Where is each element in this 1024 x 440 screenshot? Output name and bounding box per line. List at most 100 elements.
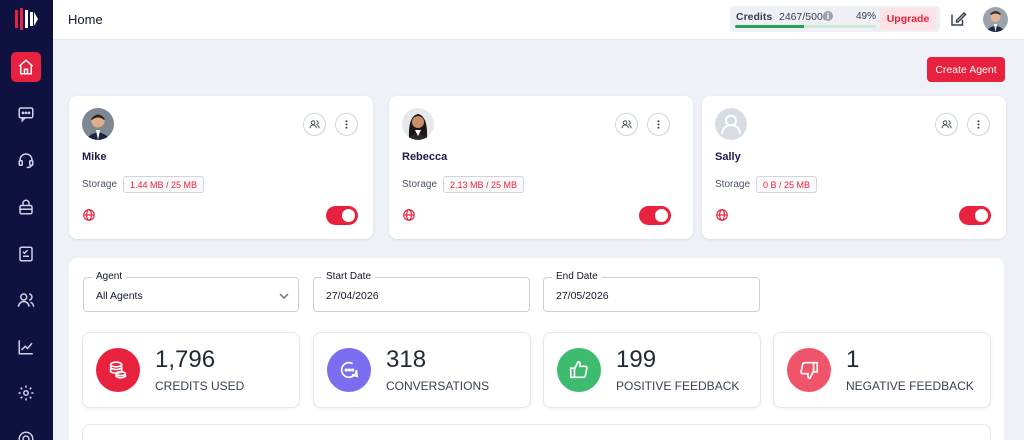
headset-icon	[18, 153, 34, 169]
chart-card	[82, 424, 991, 440]
credits-progress-fill	[735, 25, 805, 28]
agent-assign-button[interactable]	[303, 113, 326, 136]
stat-value: 199	[616, 346, 657, 373]
globe-icon[interactable]	[715, 208, 729, 222]
globe-icon[interactable]	[402, 208, 416, 222]
stat-label: CONVERSATIONS	[386, 379, 490, 393]
end-date-label: End Date	[552, 271, 602, 282]
stat-card-conversations: 318 CONVERSATIONS	[313, 332, 531, 408]
agent-assign-button[interactable]	[615, 113, 638, 136]
more-vertical-icon	[977, 120, 980, 129]
sidebar-item-support[interactable]	[11, 145, 41, 175]
storage-badge: 1.44 MB / 25 MB	[123, 176, 205, 193]
upgrade-button[interactable]: Upgrade	[880, 8, 936, 30]
sidebar-item-analytics[interactable]	[11, 332, 41, 362]
stat-card-credits: 1,796 CREDITS USED	[82, 332, 300, 408]
users-icon	[17, 293, 35, 307]
chevron-down-icon	[279, 293, 289, 300]
agent-name: Sally	[715, 151, 741, 163]
conversation-icon	[340, 361, 359, 379]
agent-avatar	[82, 108, 114, 140]
agent-avatar-image	[402, 108, 434, 140]
agent-name: Rebecca	[402, 151, 448, 163]
end-date-field[interactable]: End Date 27/05/2026	[543, 271, 760, 312]
sidebar-item-users[interactable]	[11, 285, 41, 315]
agent-avatar-image	[82, 108, 114, 140]
sidebar-item-products[interactable]	[11, 192, 41, 222]
agent-card: Sally Storage 0 B / 25 MB	[702, 96, 1006, 239]
agent-enabled-toggle[interactable]	[959, 206, 991, 225]
agent-avatar	[402, 108, 434, 140]
agent-name: Mike	[82, 151, 107, 163]
sidebar	[0, 0, 53, 440]
more-vertical-icon	[345, 120, 348, 129]
users-icon	[941, 120, 952, 129]
sidebar-item-home[interactable]	[11, 52, 41, 82]
stat-icon	[96, 348, 140, 392]
basket-icon	[19, 199, 33, 215]
sidebar-item-chat[interactable]	[11, 99, 41, 129]
stat-icon	[327, 348, 371, 392]
coins-icon	[109, 361, 127, 379]
sidebar-item-settings[interactable]	[11, 378, 41, 408]
home-icon	[18, 59, 34, 75]
end-date-value: 27/05/2026	[556, 290, 609, 302]
more-vertical-icon	[657, 120, 660, 129]
page-title: Home	[68, 12, 103, 27]
stat-value: 1	[846, 346, 860, 373]
stat-label: NEGATIVE FEEDBACK	[846, 379, 974, 393]
user-avatar[interactable]	[983, 7, 1008, 32]
settings-icon	[18, 385, 34, 401]
edit-icon[interactable]	[949, 10, 967, 28]
credits-percent: 49%	[856, 11, 877, 22]
default-avatar-icon	[715, 108, 747, 140]
globe-icon[interactable]	[82, 208, 96, 222]
agent-card: Mike Storage 1.44 MB / 25 MB	[69, 96, 373, 239]
chat-icon	[18, 107, 34, 123]
credits-value: 2467/5000	[779, 11, 829, 23]
brand-logo[interactable]	[14, 8, 38, 30]
storage-label: Storage	[402, 179, 438, 190]
user-avatar-image	[983, 7, 1008, 32]
credits-label: Credits	[736, 11, 773, 23]
storage-badge: 2.13 MB / 25 MB	[443, 176, 525, 193]
agent-select[interactable]: Agent All Agents	[83, 271, 299, 312]
thumbs-down-icon	[800, 361, 819, 380]
users-icon	[621, 120, 632, 129]
agent-select-label: Agent	[92, 271, 127, 282]
agent-enabled-toggle[interactable]	[639, 206, 671, 225]
agent-more-button[interactable]	[647, 113, 670, 136]
storage-label: Storage	[715, 179, 751, 190]
credits-progress-bar	[735, 25, 876, 28]
checklist-icon	[19, 246, 33, 262]
stat-card-positive: 199 POSITIVE FEEDBACK	[543, 332, 761, 408]
stat-value: 1,796	[155, 346, 216, 373]
agent-enabled-toggle[interactable]	[326, 206, 358, 225]
storage-badge: 0 B / 25 MB	[756, 176, 818, 193]
stat-value: 318	[386, 346, 427, 373]
stat-icon	[787, 348, 831, 392]
help-icon	[18, 431, 34, 440]
agent-card: Rebecca Storage 2.13 MB / 25 MB	[389, 96, 693, 239]
start-date-field[interactable]: Start Date 27/04/2026	[313, 271, 530, 312]
agent-assign-button[interactable]	[935, 113, 958, 136]
start-date-label: Start Date	[322, 271, 376, 282]
sidebar-item-tasks[interactable]	[11, 239, 41, 269]
agent-select-value: All Agents	[96, 290, 143, 302]
thumbs-up-icon	[569, 360, 588, 379]
credits-widget: Credits 2467/5000 49% Upgrade	[730, 6, 940, 32]
top-header: Home Credits 2467/5000 49% Upgrade	[53, 0, 1024, 40]
create-agent-button[interactable]: Create Agent	[927, 57, 1005, 82]
stat-icon	[557, 348, 601, 392]
info-icon[interactable]	[823, 11, 833, 21]
sidebar-item-help[interactable]	[11, 424, 41, 440]
analytics-icon	[18, 340, 33, 355]
agent-more-button[interactable]	[967, 113, 990, 136]
agent-more-button[interactable]	[335, 113, 358, 136]
stat-card-negative: 1 NEGATIVE FEEDBACK	[773, 332, 991, 408]
start-date-value: 27/04/2026	[326, 290, 379, 302]
storage-label: Storage	[82, 179, 118, 190]
agent-avatar	[715, 108, 747, 140]
stat-label: POSITIVE FEEDBACK	[616, 379, 740, 393]
stat-label: CREDITS USED	[155, 379, 245, 393]
